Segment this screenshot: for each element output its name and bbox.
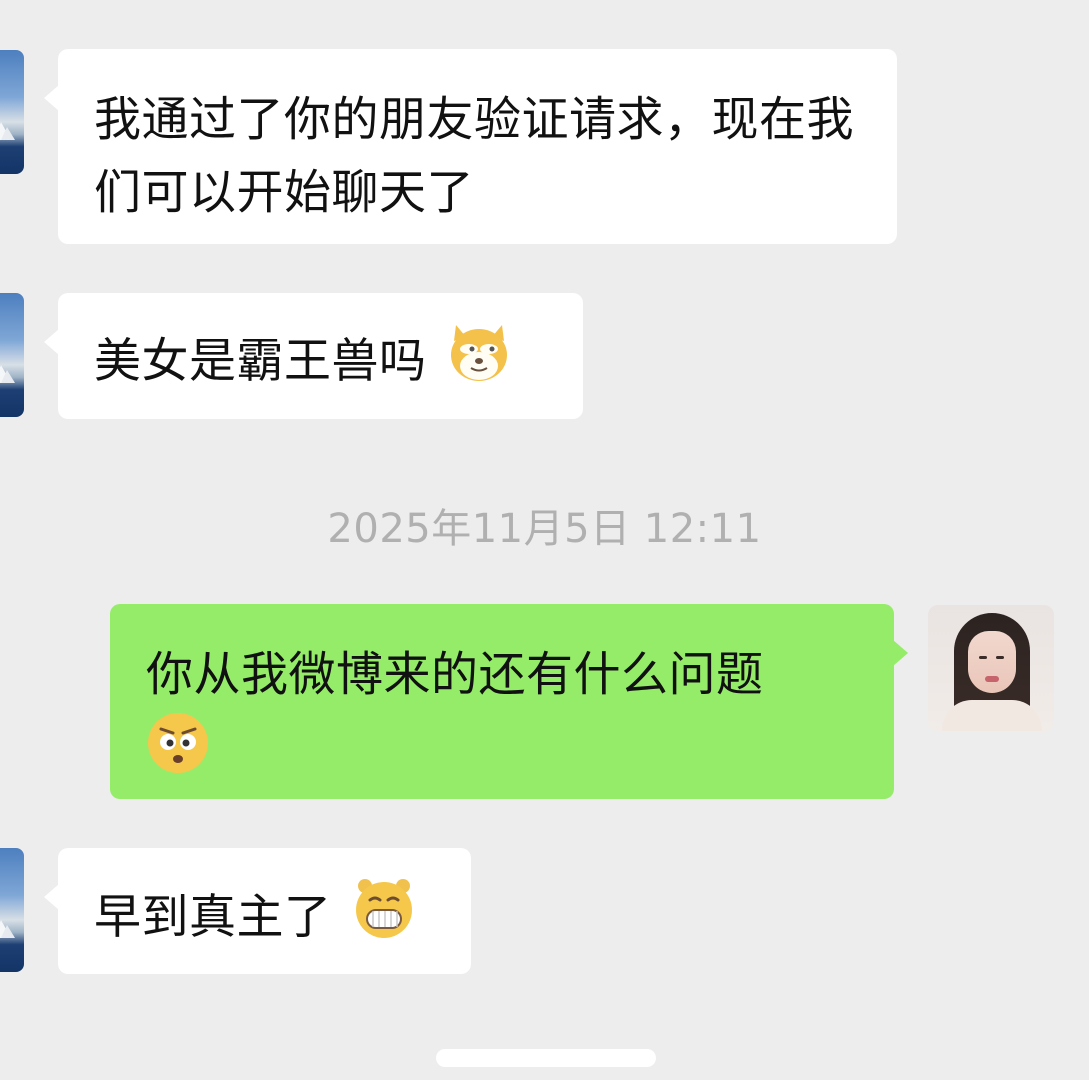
message-text-4: 早到真主了 — [94, 890, 332, 945]
message-text-3: 你从我微博来的还有什么问题 — [146, 647, 764, 703]
message-bubble-3[interactable]: 你从我微博来的还有什么问题 — [110, 604, 908, 799]
contact-avatar[interactable] — [0, 50, 24, 174]
shocked-face-icon — [146, 711, 210, 795]
home-indicator[interactable] — [436, 1049, 656, 1067]
contact-avatar[interactable] — [0, 848, 24, 972]
grinning-face-icon — [351, 876, 417, 960]
message-bubble-1[interactable]: 我通过了你的朋友验证请求，现在我们可以开始聊天了 — [44, 49, 897, 244]
user-avatar[interactable] — [928, 605, 1054, 731]
message-text-1: 我通过了你的朋友验证请求，现在我们可以开始聊天了 — [94, 92, 854, 221]
message-text-2: 美女是霸王兽吗 — [94, 334, 427, 389]
message-bubble-2[interactable]: 美女是霸王兽吗 — [44, 293, 583, 419]
chat-view: 我通过了你的朋友验证请求，现在我们可以开始聊天了 美女是霸王兽吗 2025年11… — [0, 0, 1089, 1080]
message-bubble-4[interactable]: 早到真主了 — [44, 848, 471, 974]
contact-avatar[interactable] — [0, 293, 24, 417]
doge-face-icon — [446, 321, 512, 403]
timestamp: 2025年11月5日 12:11 — [327, 506, 762, 552]
